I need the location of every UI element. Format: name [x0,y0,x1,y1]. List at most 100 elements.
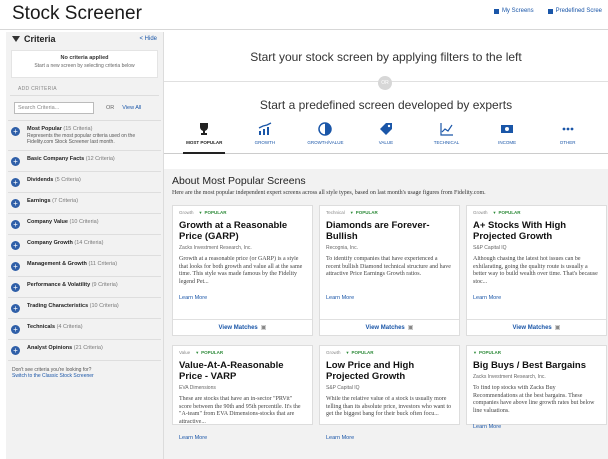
criteria-category-text: Company Value (10 Criteria) [27,219,99,225]
learn-more-link[interactable]: Learn More [326,295,453,301]
card-tag-row: Growth POPULAR [326,350,453,355]
card-description: To find top stocks with Zacks Buy Recomm… [473,385,595,414]
criteria-category[interactable]: + Dividends (5 Criteria) [8,172,161,193]
add-plus-icon[interactable]: + [11,157,20,166]
add-plus-icon[interactable]: + [11,262,20,271]
card-title[interactable]: Big Buys / Best Bargains [473,360,600,371]
card-title[interactable]: Growth at a Reasonable Price (GARP) [179,220,306,242]
tab-value[interactable]: VALUE [361,122,411,153]
add-plus-icon[interactable]: + [11,304,20,313]
tab-growth-value[interactable]: GROWTH/VALUE [300,122,350,153]
my-screens-link[interactable]: My Screens [493,8,534,14]
criteria-count: (15 Criteria) [63,126,93,132]
learn-more-link[interactable]: Learn More [473,295,600,301]
criteria-category-name: Trading Characteristics [27,303,89,309]
card-title[interactable]: A+ Stocks With High Projected Growth [473,220,600,242]
add-plus-icon[interactable]: + [11,325,20,334]
view-matches-label: View Matches [512,325,552,331]
criteria-category-text: Most Popular (15 Criteria) Represents the… [27,126,158,145]
screen-type-label: Growth [179,210,194,215]
criteria-count: (5 Criteria) [54,177,81,183]
criteria-title: Criteria [24,34,56,44]
criteria-category[interactable]: + Analyst Opinions (21 Criteria) [8,340,161,361]
tab-label: INCOME [498,140,517,145]
screen-card[interactable]: Technical POPULAR Diamonds are Forever-Bul… [319,205,460,336]
screen-card[interactable]: Growth POPULAR Growth at a Reasonable Pric… [172,205,313,336]
criteria-category-text: Dividends (5 Criteria) [27,177,81,183]
card-source: Zacks Investment Research, Inc. [179,245,252,251]
criteria-category[interactable]: + Basic Company Facts (12 Criteria) [8,151,161,172]
criteria-category[interactable]: + Company Value (10 Criteria) [8,214,161,235]
criteria-count: (10 Criteria) [69,219,99,225]
criteria-category-name: Most Popular [27,126,62,132]
tab-income[interactable]: INCOME [482,122,532,153]
screen-type-label: Growth [326,350,341,355]
learn-more-link[interactable]: Learn More [473,424,600,430]
cash-icon [500,122,514,136]
screen-card[interactable]: Growth POPULAR A+ Stocks With High Project… [466,205,607,336]
criteria-header: Criteria < Hide [6,32,163,46]
card-title[interactable]: Low Price and High Projected Growth [326,360,453,382]
no-criteria-text: No criteria applied [60,55,109,61]
my-screens-label: My Screens [501,8,534,14]
screen-card[interactable]: Value POPULAR Value-At-A-Reasonable Price … [172,345,313,441]
classic-screener-link[interactable]: Switch to the Classic Stock Screener [12,373,94,379]
learn-more-link[interactable]: Learn More [326,435,453,441]
criteria-count: (11 Criteria) [88,261,118,267]
criteria-count: (4 Criteria) [56,324,83,330]
popular-badge: POPULAR [350,210,378,215]
card-description: While the relative value of a stock is u… [326,396,452,417]
view-matches-button[interactable]: View Matches ▣ [467,319,606,335]
criteria-category[interactable]: + Most Popular (15 Criteria) Represents th… [8,121,161,151]
add-plus-icon[interactable]: + [11,178,20,187]
hide-criteria-link[interactable]: < Hide [139,36,157,42]
add-plus-icon[interactable]: + [11,283,20,292]
add-plus-icon[interactable]: + [11,127,20,136]
tab-other[interactable]: OTHER [543,122,593,153]
card-tag-row: Value POPULAR [179,350,306,355]
card-title[interactable]: Value-At-A-Reasonable Price - VARP [179,360,306,382]
screen-type-tabs: MOST POPULAR GROWTH GROWTH/VALUE VALUE TECHN… [164,122,608,154]
about-description: Here are the most popular independent ex… [172,190,486,196]
predefined-screens-label: Predefined Scree [555,8,602,14]
criteria-category[interactable]: + Technicals (4 Criteria) [8,319,161,340]
view-matches-button[interactable]: View Matches ▣ [173,319,312,335]
criteria-category[interactable]: + Earnings (7 Criteria) [8,193,161,214]
criteria-category-name: Analyst Opinions [27,345,73,351]
filter-icon [12,36,20,42]
predefined-screens-link[interactable]: Predefined Scree [547,8,602,14]
tab-most-popular[interactable]: MOST POPULAR [179,122,229,154]
add-plus-icon[interactable]: + [11,220,20,229]
add-plus-icon[interactable]: + [11,346,20,355]
about-section: About Most Popular Screens Here are the … [164,169,608,459]
add-plus-icon[interactable]: + [11,241,20,250]
growth-chart-icon [258,122,272,136]
criteria-category[interactable]: + Trading Characteristics (10 Criteria) [8,298,161,319]
screen-type-label: Value [179,350,191,355]
main-content: Start your stock screen by applying filt… [164,32,608,459]
learn-more-link[interactable]: Learn More [179,435,306,441]
tab-label: GROWTH [254,140,276,145]
criteria-search-input[interactable]: Search Criteria... [14,102,94,114]
criteria-category-text: Analyst Opinions (21 Criteria) [27,345,103,351]
view-all-link[interactable]: View All [122,105,141,111]
lock-icon: ▣ [554,325,561,331]
learn-more-link[interactable]: Learn More [179,295,306,301]
criteria-count: (10 Criteria) [89,303,119,309]
tab-growth[interactable]: GROWTH [240,122,290,153]
more-dots-icon [561,122,575,136]
view-matches-button[interactable]: View Matches ▣ [320,319,459,335]
add-plus-icon[interactable]: + [11,199,20,208]
criteria-count: (12 Criteria) [85,156,115,162]
card-tag-row: POPULAR [473,350,600,355]
card-title[interactable]: Diamonds are Forever-Bullish [326,220,453,242]
tab-technical[interactable]: TECHNICAL [422,122,472,153]
criteria-count: (21 Criteria) [73,345,103,351]
card-description: Although chasing the latest hot issues c… [473,256,598,285]
criteria-category[interactable]: + Performance & Volatility (9 Criteria) [8,277,161,298]
screen-card[interactable]: POPULAR Big Buys / Best Bargains Zacks Inv… [466,345,607,430]
criteria-category[interactable]: + Company Growth (14 Criteria) [8,235,161,256]
screen-card[interactable]: Growth POPULAR Low Price and High Projecte… [319,345,460,441]
criteria-category-name: Technicals [27,324,56,330]
criteria-category[interactable]: + Management & Growth (11 Criteria) [8,256,161,277]
